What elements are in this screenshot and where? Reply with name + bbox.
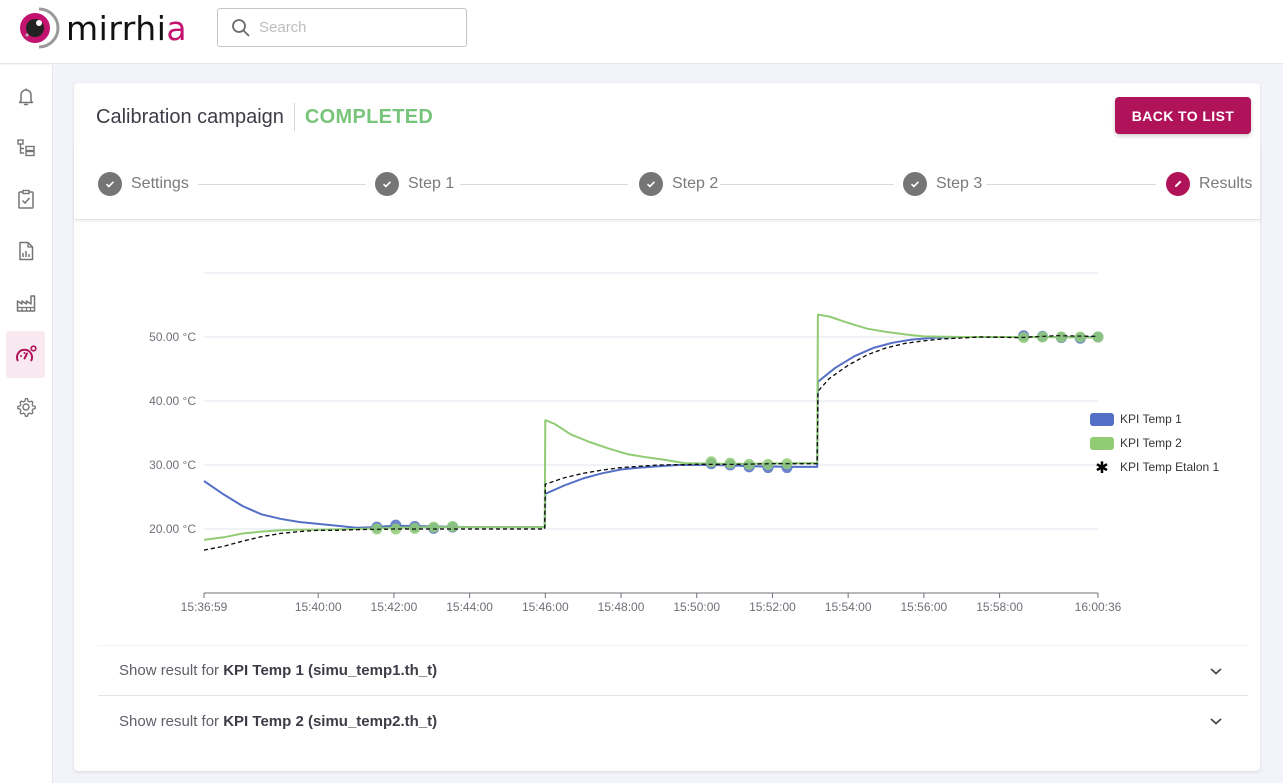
x-tick-label: 15:44:00: [446, 600, 493, 614]
x-tick-label: 15:58:00: [976, 600, 1023, 614]
y-tick-label: 40.00 °C: [149, 394, 196, 408]
x-tick-label: 15:50:00: [673, 600, 720, 614]
data-point-marker: [1055, 331, 1067, 343]
data-point-marker: [1092, 331, 1104, 343]
legend-label: KPI Temp 2: [1120, 436, 1182, 450]
data-point-marker: [447, 520, 459, 532]
y-tick-label: 50.00 °C: [149, 330, 196, 344]
x-tick-label: 15:52:00: [749, 600, 796, 614]
series-line-kpi-temp-1: [203, 336, 1098, 529]
x-tick-label: 15:36:59: [181, 600, 228, 614]
chevron-down-icon: [1210, 668, 1222, 675]
x-tick-label: 15:46:00: [522, 600, 569, 614]
campaign-card: Calibration campaign COMPLETED BACK TO L…: [74, 83, 1260, 771]
chart-container: 20.00 °C 30.00 °C 40.00 °C 50.00 °C 15:36:59…: [74, 233, 1260, 633]
y-tick-label: 20.00 °C: [149, 522, 196, 536]
x-tick-label: 15:48:00: [598, 600, 645, 614]
series-line-kpi-temp-2: [203, 313, 1099, 541]
series-line-etalon-overlay: [203, 335, 1099, 551]
legend-label: KPI Temp 1: [1120, 412, 1182, 426]
series-line-kpi-temp-etalon-1: [203, 335, 1099, 551]
result-accordion-kpi-temp-1[interactable]: Show result for KPI Temp 1 (simu_temp1.t…: [98, 645, 1248, 696]
data-point-marker: [705, 456, 717, 468]
result-accordion-kpi-temp-2[interactable]: Show result for KPI Temp 2 (simu_temp2.t…: [98, 696, 1248, 747]
accordion-label: Show result for KPI Temp 1 (simu_temp1.t…: [119, 662, 438, 679]
x-tick-label: 16:00:36: [1075, 600, 1122, 614]
data-point-marker: [724, 457, 736, 469]
x-tick-label: 15:54:00: [825, 600, 872, 614]
x-tick-label: 15:56:00: [901, 600, 948, 614]
data-point-marker: [409, 522, 421, 534]
data-point-marker: [428, 521, 440, 533]
x-tick-label: 15:40:00: [295, 600, 342, 614]
legend-swatch: [1090, 437, 1114, 450]
legend-star-icon: ✱: [1095, 458, 1108, 477]
legend-label: KPI Temp Etalon 1: [1120, 460, 1219, 474]
data-point-marker: [1074, 331, 1086, 343]
y-tick-label: 30.00 °C: [149, 458, 196, 472]
x-tick-label: 15:42:00: [371, 600, 418, 614]
accordion-label: Show result for KPI Temp 2 (simu_temp2.t…: [119, 713, 438, 730]
legend-swatch: [1090, 413, 1114, 426]
chevron-down-icon: [1210, 718, 1222, 725]
